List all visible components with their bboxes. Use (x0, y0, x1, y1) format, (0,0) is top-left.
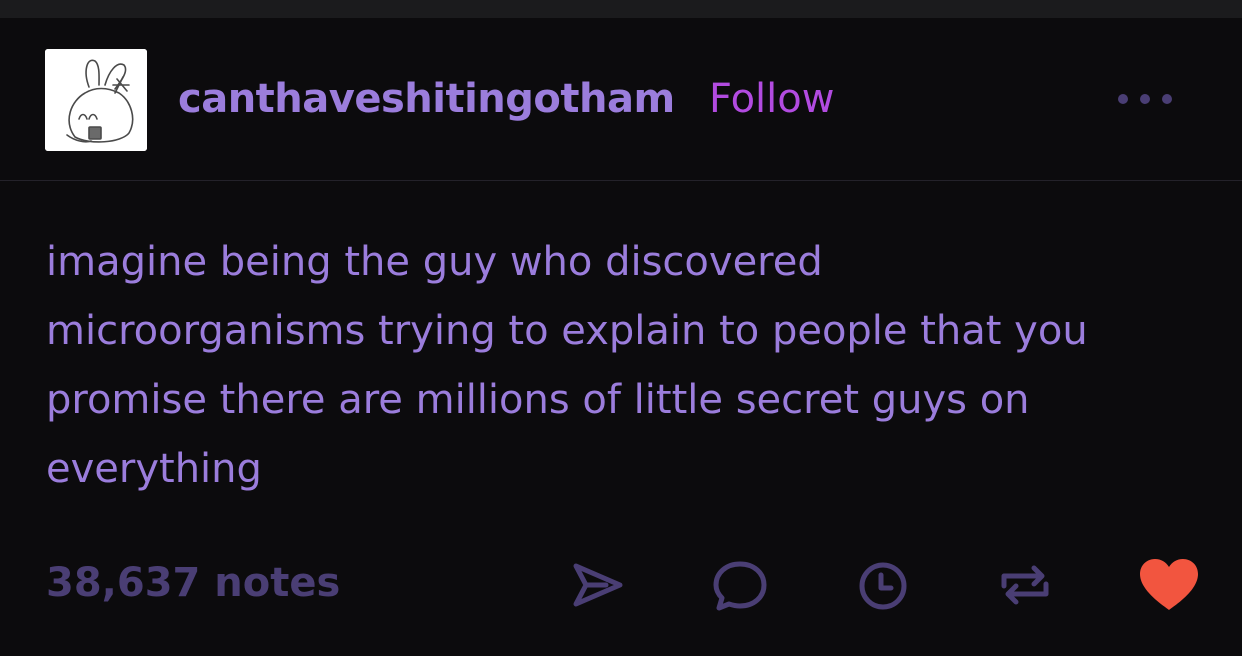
reply-button[interactable] (711, 556, 769, 614)
bunny-avatar-icon (45, 49, 147, 151)
send-icon (573, 563, 623, 607)
more-options-button[interactable] (1112, 84, 1178, 114)
top-bar (0, 0, 1242, 18)
reply-icon (713, 561, 767, 611)
post-text: imagine being the guy who discovered mic… (46, 239, 1088, 492)
more-options-icon (1118, 94, 1172, 104)
username[interactable]: canthaveshitingotham (178, 76, 675, 122)
heart-icon (1140, 559, 1198, 610)
queue-button[interactable] (854, 556, 912, 614)
like-button[interactable] (1138, 556, 1200, 614)
follow-button[interactable]: Follow (709, 76, 834, 122)
share-button[interactable] (566, 556, 624, 614)
avatar[interactable] (45, 49, 147, 151)
reblog-button[interactable] (996, 556, 1054, 614)
post-header: canthaveshitingotham Follow (0, 18, 1242, 181)
reblog-icon (1001, 565, 1049, 605)
notes-count[interactable]: 38,637 notes (46, 560, 340, 606)
post-card: canthaveshitingotham Follow imagine bein… (0, 18, 1242, 656)
clock-icon (859, 562, 907, 610)
